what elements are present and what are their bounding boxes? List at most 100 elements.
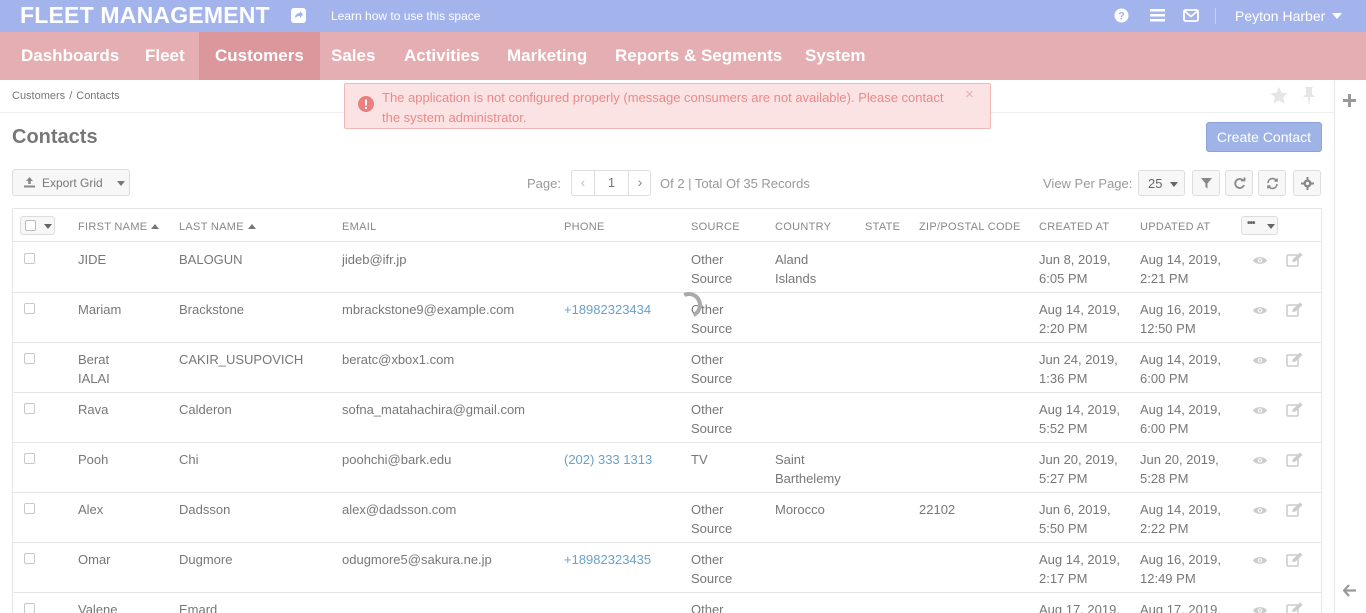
edit-icon[interactable] xyxy=(1286,452,1303,470)
arrow-left-icon[interactable] xyxy=(1342,584,1357,600)
breadcrumb: Customers / Contacts xyxy=(12,90,120,102)
column-phone[interactable]: PHONE xyxy=(564,221,605,233)
cell-source: Other xyxy=(691,402,724,417)
pin-icon[interactable] xyxy=(1301,86,1317,108)
prev-page-button[interactable]: ‹ xyxy=(572,171,595,195)
row-checkbox[interactable] xyxy=(24,453,35,464)
nav-fleet[interactable]: Fleet xyxy=(129,32,201,80)
create-contact-button[interactable]: Create Contact xyxy=(1206,122,1322,152)
close-icon[interactable]: × xyxy=(965,86,974,103)
table-row[interactable]: Omar Dugmore odugmore5@sakura.ne.jp +189823… xyxy=(13,543,1321,593)
row-checkbox[interactable] xyxy=(24,353,35,364)
star-icon[interactable] xyxy=(1269,86,1289,108)
column-zip[interactable]: ZIP/POSTAL CODE xyxy=(919,221,1021,233)
cell-last-name: Emard xyxy=(179,602,218,613)
edit-icon[interactable] xyxy=(1286,302,1303,320)
eye-icon[interactable] xyxy=(1252,504,1268,519)
cell-phone[interactable]: (202) 333 1313 xyxy=(564,450,652,469)
table-row[interactable]: Berat IALAI CAKIR_USUPOVICH beratc@xbox1.co… xyxy=(13,343,1321,393)
chevron-down-icon[interactable] xyxy=(44,224,52,229)
cell-phone[interactable]: +18982323434 xyxy=(564,300,651,319)
cell-phone[interactable]: +18982323435 xyxy=(564,550,651,569)
filter-button[interactable] xyxy=(1192,170,1220,196)
eye-icon[interactable] xyxy=(1252,454,1268,469)
eye-icon[interactable] xyxy=(1252,554,1268,569)
eye-icon[interactable] xyxy=(1252,604,1268,613)
nav-system[interactable]: System xyxy=(789,32,881,80)
cell-created-at: Jun 8, 2019, xyxy=(1039,252,1111,267)
column-email[interactable]: EMAIL xyxy=(342,221,377,233)
column-last-name[interactable]: LAST NAME xyxy=(179,221,256,233)
cell-first-name: Berat xyxy=(78,352,110,367)
grid-settings-button[interactable] xyxy=(1293,170,1321,196)
learn-link[interactable]: Learn how to use this space xyxy=(331,9,480,23)
nav-customers[interactable]: Customers xyxy=(199,32,320,80)
view-per-page-value: 25 xyxy=(1148,176,1163,191)
table-row[interactable]: Alex Dadsson alex@dadsson.com Other Source Mo… xyxy=(13,493,1321,543)
grid-actions-dropdown[interactable]: ••• xyxy=(1241,216,1278,235)
cell-created-at-time: 5:27 PM xyxy=(1039,471,1088,486)
nav-dashboards[interactable]: Dashboards xyxy=(5,32,135,80)
cell-first-name: Valene xyxy=(78,602,118,613)
gear-icon xyxy=(1301,177,1314,190)
column-created-at[interactable]: CREATED AT xyxy=(1039,221,1109,233)
cell-first-name: Pooh xyxy=(78,452,109,467)
chevron-down-icon xyxy=(117,181,125,186)
column-state[interactable]: STATE xyxy=(865,221,900,233)
contacts-grid: FIRST NAME LAST NAME EMAIL PHONE SOURCE … xyxy=(12,208,1322,613)
nav-reports-segments[interactable]: Reports & Segments xyxy=(599,32,798,80)
next-page-button[interactable]: › xyxy=(628,171,651,195)
view-per-page-select[interactable]: 25 xyxy=(1138,170,1185,196)
table-row[interactable]: Pooh Chi poohchi@bark.edu (202) 333 1313 TV S… xyxy=(13,443,1321,493)
cell-email: odugmore5@sakura.ne.jp xyxy=(342,552,492,567)
edit-icon[interactable] xyxy=(1286,402,1303,420)
mail-icon[interactable] xyxy=(1183,9,1199,25)
row-checkbox[interactable] xyxy=(24,403,35,414)
select-all-checkbox[interactable] xyxy=(25,220,36,231)
column-updated-at[interactable]: UPDATED AT xyxy=(1140,221,1210,233)
menu-icon[interactable] xyxy=(1150,9,1165,25)
row-checkbox[interactable] xyxy=(24,553,35,564)
edit-icon[interactable] xyxy=(1286,252,1303,270)
nav-sales[interactable]: Sales xyxy=(315,32,391,80)
nav-activities[interactable]: Activities xyxy=(388,32,496,80)
eye-icon[interactable] xyxy=(1252,404,1268,419)
table-row[interactable]: Valene Emard Other Aug 17, 2019, Aug 17, 201… xyxy=(13,593,1321,613)
table-row[interactable]: Mariam Brackstone mbrackstone9@example.com… xyxy=(13,293,1321,343)
row-checkbox[interactable] xyxy=(24,503,35,514)
table-row[interactable]: JIDE BALOGUN jideb@ifr.jp Other Source Aland I… xyxy=(13,243,1321,293)
share-icon[interactable] xyxy=(291,8,306,23)
table-row[interactable]: Rava Calderon sofna_matahachira@gmail.com O… xyxy=(13,393,1321,443)
eye-icon[interactable] xyxy=(1252,354,1268,369)
eye-icon[interactable] xyxy=(1252,304,1268,319)
cell-first-name: JIDE xyxy=(78,252,107,267)
column-source[interactable]: SOURCE xyxy=(691,221,740,233)
row-checkbox[interactable] xyxy=(24,303,35,314)
app-logo[interactable]: FLEET MANAGEMENT xyxy=(20,2,270,29)
cell-country: Saint xyxy=(775,452,805,467)
edit-icon[interactable] xyxy=(1286,352,1303,370)
eye-icon[interactable] xyxy=(1252,254,1268,269)
nav-marketing[interactable]: Marketing xyxy=(491,32,603,80)
cell-source-cont: Source xyxy=(691,271,733,286)
row-checkbox[interactable] xyxy=(24,253,35,264)
refresh-button[interactable] xyxy=(1225,170,1253,196)
cell-first-name: Rava xyxy=(78,402,109,417)
select-all-dropdown[interactable] xyxy=(20,216,55,235)
help-icon[interactable]: ? xyxy=(1114,8,1129,26)
row-checkbox[interactable] xyxy=(24,603,35,613)
column-country[interactable]: COUNTRY xyxy=(775,221,831,233)
edit-icon[interactable] xyxy=(1286,502,1303,520)
chevron-down-icon[interactable] xyxy=(1332,13,1342,19)
edit-icon[interactable] xyxy=(1286,602,1303,613)
export-grid-button[interactable]: Export Grid xyxy=(12,169,130,196)
breadcrumb-customers[interactable]: Customers xyxy=(12,90,65,102)
column-first-name[interactable]: FIRST NAME xyxy=(78,221,160,233)
reset-button[interactable] xyxy=(1258,170,1286,196)
edit-icon[interactable] xyxy=(1286,552,1303,570)
plus-icon[interactable] xyxy=(1343,94,1356,110)
cell-updated-at-time: 6:00 PM xyxy=(1140,421,1189,436)
user-menu[interactable]: Peyton Harber xyxy=(1235,8,1325,24)
page-number-input[interactable]: 1 xyxy=(595,171,628,195)
cell-source: Other xyxy=(691,602,724,613)
